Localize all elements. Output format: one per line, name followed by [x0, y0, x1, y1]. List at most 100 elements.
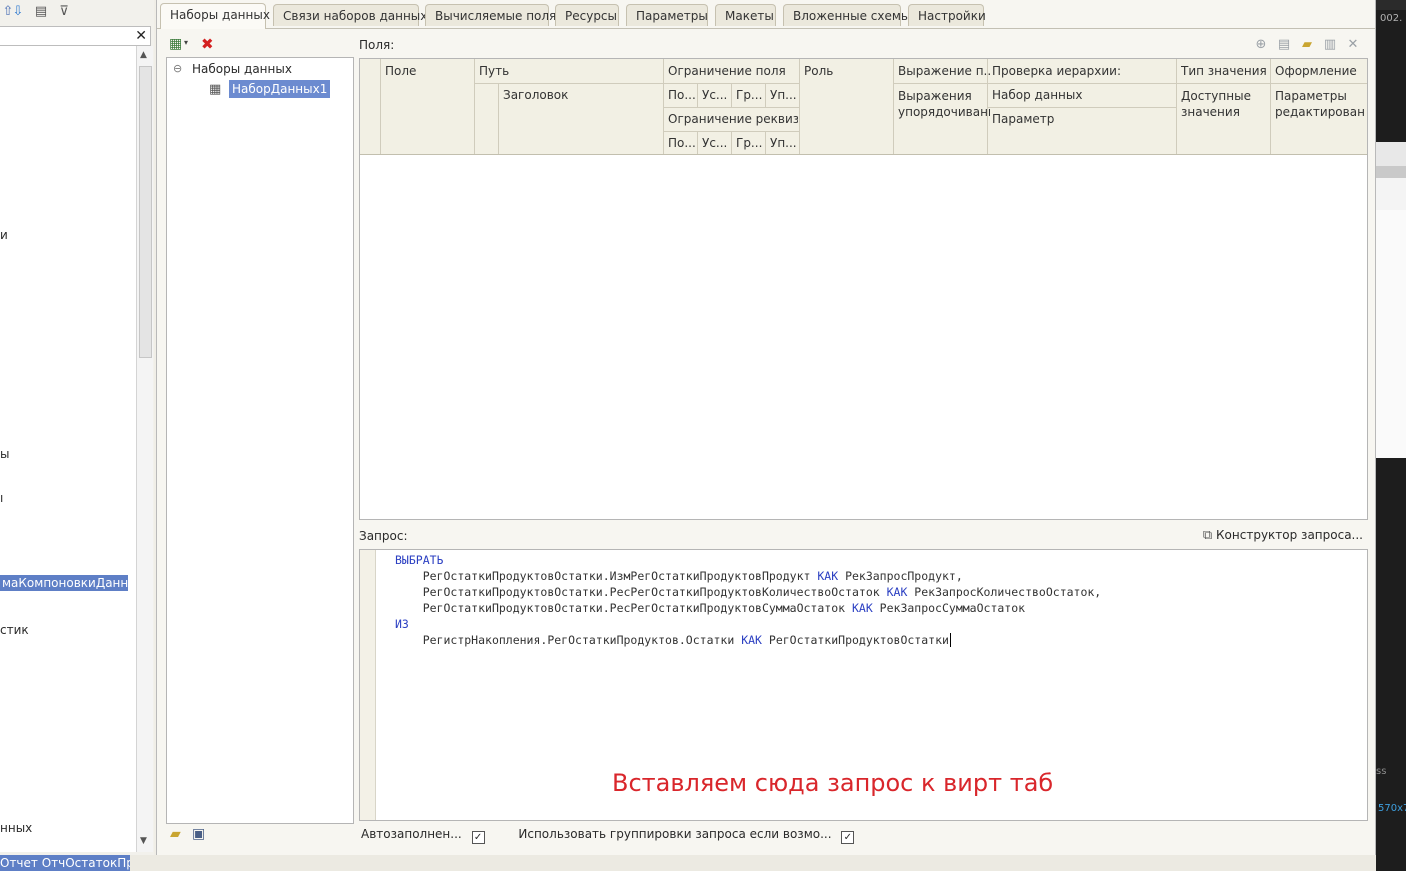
header-field-restriction[interactable]: Ограничение поля — [668, 64, 786, 78]
header-field[interactable]: Поле — [385, 64, 416, 78]
background-window-strip: 002. ss 570x72 — [1376, 0, 1406, 871]
query-token: РекЗапросКоличествоОстаток, — [907, 585, 1102, 599]
query-line[interactable]: РегОстаткиПродуктовОстатки.РесРегОстатки… — [395, 600, 1101, 616]
tree-item[interactable]: и — [0, 228, 8, 242]
autofill-label: Автозаполнен... — [361, 827, 462, 841]
scroll-up-icon[interactable]: ▲ — [140, 50, 147, 60]
header-dataset[interactable]: Набор данных — [992, 88, 1082, 102]
query-line[interactable]: РегОстаткиПродуктовОстатки.РесРегОстатки… — [395, 584, 1102, 600]
clear-search-icon[interactable]: ✕ — [135, 27, 147, 45]
tree-item[interactable]: ı — [0, 491, 3, 505]
annotation-text: Вставляем сюда запрос к вирт таб — [612, 769, 1054, 797]
open-folder-icon[interactable]: ▰ — [170, 826, 181, 842]
header-order-expression[interactable]: Выражения упорядочивани — [898, 88, 990, 120]
header-attr-sub[interactable]: Уп... — [770, 136, 797, 150]
query-token: РекЗапросСуммаОстаток — [872, 601, 1026, 615]
query-builder-button[interactable]: ⧉ Конструктор запроса... — [1203, 528, 1363, 543]
fields-toolbar: ⊕ ▤ ▰ ▥ ✕ — [1253, 37, 1363, 53]
filter-icon[interactable]: ⊽ — [56, 4, 72, 20]
tree-item[interactable]: стик — [0, 623, 29, 637]
query-token: РегОстаткиПродуктовОстатки.РесРегОстатки… — [422, 585, 887, 599]
query-token: РегОстаткиПродуктовОстатки.ИзмРегОстатки… — [422, 569, 818, 583]
tab-settings[interactable]: Настройки — [908, 4, 986, 26]
header-design[interactable]: Оформление — [1275, 64, 1357, 78]
query-options: Автозаполнен... ✓ Использовать группиров… — [361, 827, 855, 844]
autofill-checkbox[interactable]: ✓ — [471, 831, 485, 844]
header-restrict-sub[interactable]: Гр... — [736, 88, 762, 102]
query-builder-icon: ⧉ — [1202, 528, 1213, 543]
left-scrollbar[interactable]: ▲ ▼ — [136, 46, 153, 852]
query-token: РекЗапросПродукт, — [838, 569, 963, 583]
tab-bar: Наборы данных Связи наборов данных Вычис… — [157, 0, 1375, 29]
scroll-down-icon[interactable]: ▼ — [140, 836, 147, 846]
header-restrict-sub[interactable]: Ус... — [702, 88, 727, 102]
tab-nested-schemas[interactable]: Вложенные схемы — [783, 4, 910, 26]
header-restrict-sub[interactable]: По... — [668, 88, 696, 102]
tree-item[interactable]: ы — [0, 447, 9, 461]
header-title[interactable]: Заголовок — [503, 88, 568, 102]
header-expression[interactable]: Выражение п... — [898, 64, 990, 78]
save-icon[interactable]: ▣ — [192, 826, 205, 842]
query-line[interactable]: ИЗ — [395, 616, 1101, 632]
query-keyword: ВЫБРАТЬ — [395, 553, 444, 567]
query-token: РегОстаткиПродуктовОстатки — [761, 633, 949, 647]
tab-resources[interactable]: Ресурсы — [555, 4, 619, 26]
query-line[interactable]: ВЫБРАТЬ — [395, 552, 1101, 568]
header-attr-restriction[interactable]: Ограничение реквиз... — [668, 112, 798, 126]
header-hierarchy-check[interactable]: Проверка иерархии: — [992, 64, 1121, 78]
metadata-tree: и ы ı маКомпоновкиДанных стик нных — [0, 46, 137, 852]
query-gutter — [360, 550, 376, 820]
add-field-icon[interactable]: ⊕ — [1253, 37, 1269, 53]
left-panel: ⇧ ⇩ ▤ ⊽ ✕ и ы ı маКомпоновкиДанных стик … — [0, 0, 154, 871]
use-groupings-label: Использовать группировки запроса если во… — [518, 827, 832, 841]
tab-datasets[interactable]: Наборы данных — [160, 3, 270, 29]
tree-item-selected[interactable]: маКомпоновкиДанных — [0, 575, 128, 591]
header-edit-params[interactable]: Параметры редактировани — [1275, 88, 1365, 120]
field-settings-icon[interactable]: ▥ — [1322, 37, 1338, 53]
query-code[interactable]: ВЫБРАТЬ РегОстаткиПродуктовОстатки.ИзмРе… — [395, 552, 1101, 648]
datasets-tree: ⊖ Наборы данных ▦ НаборДанных1 — [166, 57, 354, 824]
header-restrict-sub[interactable]: Уп... — [770, 88, 797, 102]
tree-item[interactable]: нных — [0, 821, 32, 835]
tab-dataset-links[interactable]: Связи наборов данных — [273, 4, 427, 26]
use-groupings-checkbox[interactable]: ✓ — [841, 831, 855, 844]
header-value-type[interactable]: Тип значения — [1181, 64, 1267, 78]
query-line[interactable]: РегистрНакопления.РегОстаткиПродуктов.Ос… — [395, 632, 1101, 648]
query-line[interactable]: РегОстаткиПродуктовОстатки.ИзмРегОстатки… — [395, 568, 1101, 584]
add-folder-field-icon[interactable]: ▤ — [1276, 37, 1292, 53]
scroll-thumb[interactable] — [139, 66, 152, 358]
right-strip-text: 570x72 — [1378, 803, 1406, 814]
query-keyword: КАК — [851, 601, 873, 615]
status-bar — [130, 855, 1376, 871]
delete-field-icon[interactable]: ✕ — [1345, 37, 1361, 53]
tab-calculated-fields[interactable]: Вычисляемые поля — [425, 4, 556, 26]
dropdown-arrow-icon[interactable]: ▾ — [184, 38, 188, 47]
tab-parameters[interactable]: Параметры — [626, 4, 708, 26]
header-role[interactable]: Роль — [804, 64, 833, 78]
left-status-item[interactable]: Отчет ОтчОстатокПро... — [0, 855, 130, 871]
tab-templates[interactable]: Макеты — [715, 4, 776, 26]
data-composition-schema-editor: Наборы данных Связи наборов данных Вычис… — [156, 0, 1376, 855]
header-attr-sub[interactable]: Гр... — [736, 136, 762, 150]
new-folder-icon[interactable]: ▰ — [1299, 37, 1315, 53]
text-cursor — [949, 633, 951, 647]
delete-icon[interactable]: ✖ — [201, 35, 214, 53]
list-icon[interactable]: ▤ — [33, 4, 49, 20]
query-label: Запрос: — [359, 529, 408, 543]
header-available-values[interactable]: Доступные значения — [1181, 88, 1269, 120]
left-search-input[interactable]: ✕ — [0, 26, 151, 46]
header-path[interactable]: Путь — [479, 64, 509, 78]
header-attr-sub[interactable]: Ус... — [702, 136, 727, 150]
move-down-icon[interactable]: ⇩ — [10, 4, 26, 20]
query-keyword: КАК — [886, 585, 908, 599]
fields-table[interactable]: Поле Путь Заголовок Ограничение поля По.… — [359, 58, 1368, 520]
tree-item-dataset1[interactable]: НаборДанных1 — [229, 80, 331, 98]
query-builder-label: Конструктор запроса... — [1216, 528, 1363, 542]
query-keyword: КАК — [741, 633, 762, 647]
add-dataset-icon[interactable]: ▦ — [169, 36, 182, 52]
query-text-editor[interactable]: ВЫБРАТЬ РегОстаткиПродуктовОстатки.ИзмРе… — [359, 549, 1368, 821]
header-attr-sub[interactable]: По... — [668, 136, 696, 150]
collapse-icon[interactable]: ⊖ — [173, 62, 182, 75]
header-parameter[interactable]: Параметр — [992, 112, 1054, 126]
tree-root-datasets[interactable]: Наборы данных — [192, 62, 292, 76]
